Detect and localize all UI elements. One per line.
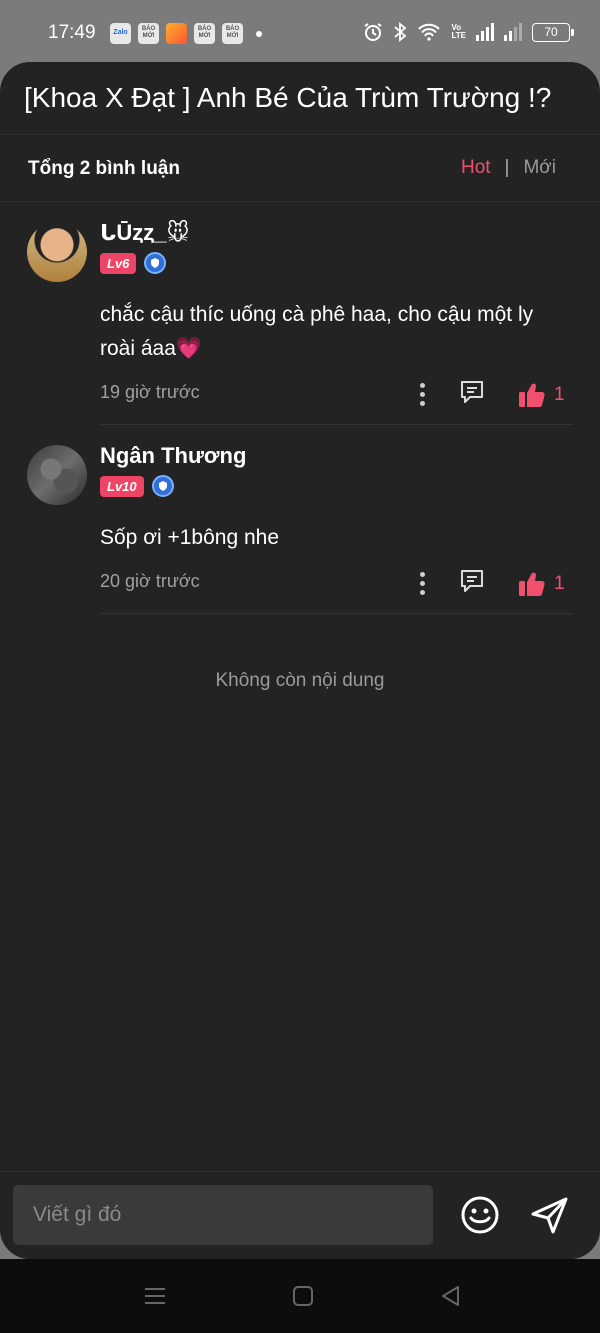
comment-input[interactable] xyxy=(13,1185,433,1245)
alarm-icon xyxy=(364,23,383,41)
bao-moi-icon: BÁO MỚI xyxy=(194,23,215,44)
verified-badge-icon xyxy=(144,252,167,274)
reply-icon[interactable] xyxy=(458,378,486,411)
level-badge: Lv10 xyxy=(100,475,144,497)
like-button[interactable]: 1 xyxy=(518,571,565,597)
comment-actions: 1 xyxy=(400,378,575,411)
like-count: 1 xyxy=(554,383,565,405)
level-badge: Lv6 xyxy=(100,252,137,274)
send-button[interactable] xyxy=(529,1194,571,1241)
sort-hot-tab[interactable]: Hot xyxy=(461,157,491,179)
comment-text: Sốp ơi +1bông nhe xyxy=(100,526,280,549)
comment-divider xyxy=(100,613,573,614)
signal-icon xyxy=(476,23,494,41)
comment-count: Tổng 2 bình luận xyxy=(28,158,180,179)
thumbs-up-icon xyxy=(519,572,545,596)
sort-new-tab[interactable]: Mới xyxy=(523,157,556,179)
game-icon xyxy=(166,23,187,44)
user-badges: Lv6 xyxy=(100,252,167,274)
emoji-icon xyxy=(461,1196,499,1234)
home-icon[interactable] xyxy=(292,1285,314,1312)
reply-icon[interactable] xyxy=(458,567,486,600)
sort-toggle: Hot | Mới xyxy=(461,157,556,179)
thumbs-up-icon xyxy=(519,383,545,407)
wifi-icon xyxy=(418,23,441,41)
menu-icon[interactable] xyxy=(144,1285,166,1312)
system-icons: Vo LTE 70 xyxy=(363,22,574,42)
status-bar: 17:49 Zalo BÁO MỚI BÁO MỚI BÁO MỚI Vo LT… xyxy=(0,0,600,62)
bao-moi-icon: BÁO MỚI xyxy=(222,23,243,44)
system-nav-bar xyxy=(0,1259,600,1333)
comments-toolbar: Tổng 2 bình luận Hot | Mới xyxy=(0,135,600,202)
comment-time: 19 giờ trước xyxy=(100,382,200,402)
comment-text: chắc cậu thíc uống cà phê haa, cho cậu m… xyxy=(100,303,534,360)
like-count: 1 xyxy=(554,572,565,594)
more-notifications-dot xyxy=(256,30,262,37)
signal-icon xyxy=(504,23,522,41)
comment-sheet: [Khoa X Đạt ] Anh Bé Của Trùm Trường !? … xyxy=(0,62,600,1259)
comment-time: 20 giờ trước xyxy=(100,571,200,591)
end-of-content-label: Không còn nội dung xyxy=(215,670,385,691)
emoji-button[interactable] xyxy=(459,1194,501,1241)
bao-moi-icon: BÁO MỚI xyxy=(138,23,159,44)
back-icon[interactable] xyxy=(440,1285,462,1312)
like-button[interactable]: 1 xyxy=(518,382,565,408)
sort-separator: | xyxy=(504,157,510,178)
avatar[interactable] xyxy=(27,222,87,282)
comment-username[interactable]: ᒐŪȥȥ_🐭 xyxy=(100,220,189,246)
send-icon xyxy=(531,1197,568,1234)
notification-icons: Zalo BÁO MỚI BÁO MỚI BÁO MỚI xyxy=(110,23,262,44)
avatar[interactable] xyxy=(27,445,87,505)
zalo-icon: Zalo xyxy=(110,23,131,44)
status-time: 17:49 xyxy=(48,22,96,43)
comment-divider xyxy=(100,424,573,425)
verified-badge-icon xyxy=(151,475,174,497)
more-options-icon[interactable] xyxy=(400,572,444,595)
comment-input-box xyxy=(13,1185,433,1245)
comment-actions: 1 xyxy=(400,567,575,600)
volte-icon: Vo LTE xyxy=(451,23,466,40)
sheet-header: [Khoa X Đạt ] Anh Bé Của Trùm Trường !? xyxy=(0,62,600,135)
comment-username[interactable]: Ngân Thương xyxy=(100,443,246,469)
page-title: [Khoa X Đạt ] Anh Bé Của Trùm Trường !? xyxy=(24,82,552,113)
more-options-icon[interactable] xyxy=(400,383,444,406)
comment-input-bar xyxy=(0,1171,600,1259)
bluetooth-icon xyxy=(394,22,407,42)
user-badges: Lv10 xyxy=(100,475,174,497)
battery-icon: 70 xyxy=(532,22,574,42)
